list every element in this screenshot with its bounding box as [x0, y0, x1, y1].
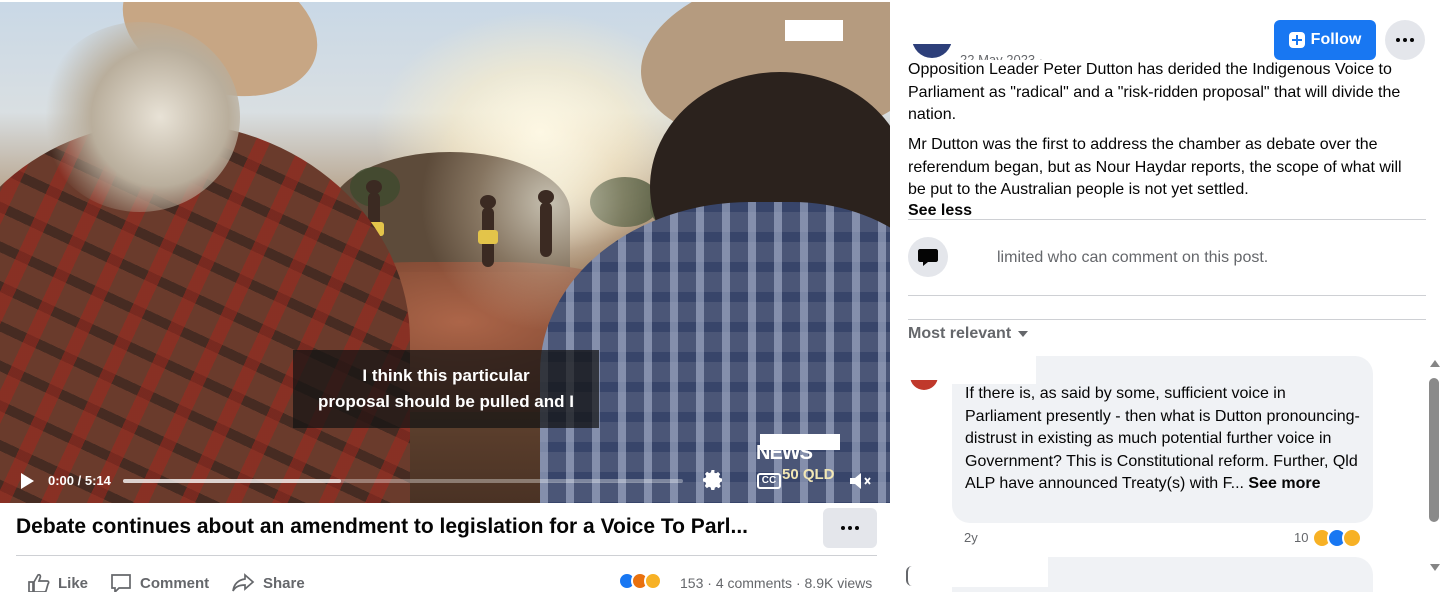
redacted-commenter-name	[952, 356, 1036, 384]
comment-reaction-count[interactable]: 10	[1294, 530, 1308, 545]
gear-icon[interactable]	[701, 468, 725, 492]
next-commenter-avatar[interactable]	[906, 566, 912, 586]
see-less-link[interactable]: See less	[908, 202, 972, 220]
see-more-link[interactable]: See more	[1248, 475, 1320, 492]
comments-count[interactable]: 4 comments	[716, 575, 792, 591]
comment-limited-notice: limited who can comment on this post.	[997, 249, 1269, 266]
divider	[908, 319, 1426, 320]
more-dots-icon	[1396, 38, 1414, 42]
comment-button[interactable]: Comment	[110, 572, 209, 592]
care-reaction-icon	[1342, 528, 1362, 548]
divider	[908, 295, 1426, 296]
haha-reaction-icon	[644, 572, 662, 590]
divider	[16, 555, 877, 556]
comment-age[interactable]: 2y	[964, 530, 978, 545]
dancer-skirt	[478, 230, 498, 244]
news-watermark: NEWS	[756, 442, 813, 464]
video-progress-buffered	[123, 479, 342, 483]
scroll-down-arrow-icon[interactable]	[1430, 564, 1440, 571]
like-label: Like	[58, 574, 89, 592]
thumbs-up-icon	[28, 573, 50, 592]
stats-separator: ·	[792, 575, 805, 591]
subtitle-line-1: I think this particular	[362, 366, 530, 385]
post-paragraph-2: Mr Dutton was the first to address the c…	[908, 136, 1402, 198]
views-count: 8.9K views	[804, 575, 873, 591]
video-more-options-button[interactable]	[823, 508, 877, 548]
stats-separator: ·	[703, 575, 716, 591]
comment-sort-label: Most relevant	[908, 325, 1012, 342]
divider	[908, 219, 1426, 220]
chat-bubble-icon	[918, 249, 938, 266]
video-progress-bar[interactable]	[123, 479, 683, 483]
closed-captions-icon[interactable]: CC	[757, 473, 781, 489]
comment-restricted-icon	[908, 237, 948, 277]
dancer-figure	[538, 190, 554, 257]
comment-bubble-icon	[111, 574, 131, 592]
volume-muted-icon[interactable]	[848, 470, 874, 492]
post-paragraph-1: Opposition Leader Peter Dutton has derid…	[908, 61, 1401, 123]
hair-left	[40, 22, 240, 212]
play-icon[interactable]	[18, 472, 36, 490]
follow-plus-icon	[1288, 32, 1305, 48]
post-more-options-button[interactable]	[1385, 20, 1425, 60]
video-subtitle: I think this particular proposal should …	[293, 350, 599, 428]
share-label: Share	[263, 574, 305, 592]
share-button[interactable]: Share	[231, 572, 305, 592]
chevron-down-icon	[1018, 331, 1029, 337]
comment-reactions[interactable]	[1312, 528, 1362, 548]
video-player[interactable]: I think this particular proposal should …	[0, 2, 890, 503]
subtitle-line-2: proposal should be pulled and I	[318, 392, 574, 411]
follow-label: Follow	[1310, 31, 1362, 48]
comment-sort-dropdown[interactable]: Most relevant	[908, 325, 1029, 343]
scrollbar-thumb[interactable]	[1429, 378, 1439, 522]
comment-text: If there is, as said by some, sufficient…	[965, 383, 1360, 496]
reaction-count[interactable]: 153	[680, 575, 703, 591]
post-reactions[interactable]	[618, 572, 662, 590]
scroll-up-arrow-icon[interactable]	[1430, 360, 1440, 367]
redacted-commenter-name	[952, 557, 1048, 587]
video-time: 0:00 / 5:14	[48, 473, 111, 488]
follow-button[interactable]: Follow	[1274, 20, 1376, 60]
redacted-channel-logo	[785, 20, 843, 41]
commenter-avatar[interactable]	[908, 360, 940, 392]
post-stats: 153 · 4 comments · 8.9K views	[680, 575, 872, 591]
like-button[interactable]: Like	[28, 572, 88, 592]
facebook-video-post: I think this particular proposal should …	[0, 0, 1446, 592]
video-title: Debate continues about an amendment to l…	[16, 515, 749, 538]
more-dots-icon	[841, 526, 859, 530]
share-arrow-icon	[232, 573, 255, 592]
video-controls: 0:00 / 5:14 CC	[0, 464, 890, 503]
comment-label: Comment	[140, 574, 210, 592]
